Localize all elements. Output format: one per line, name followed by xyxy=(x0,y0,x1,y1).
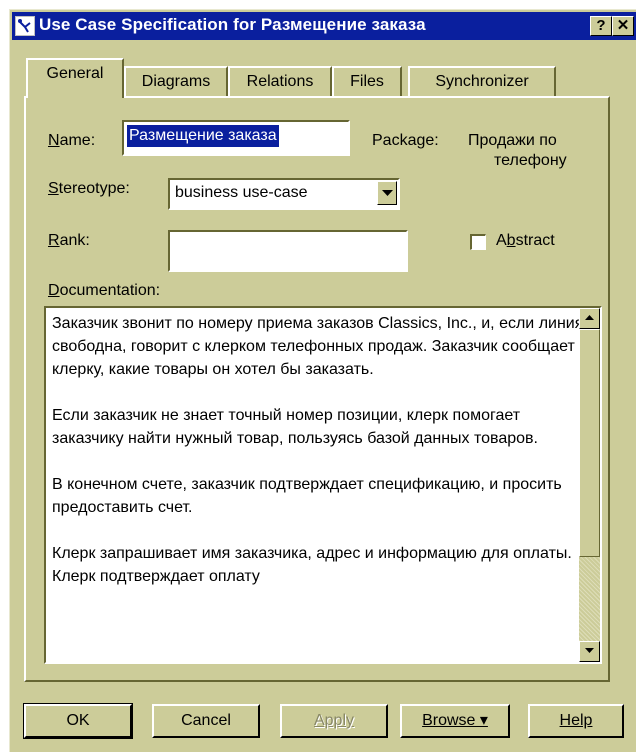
stereotype-dropdown-button[interactable] xyxy=(377,181,397,205)
title-bar[interactable]: Use Case Specification for Размещение за… xyxy=(12,12,636,40)
window-title: Use Case Specification for Размещение за… xyxy=(39,15,426,34)
help-button-label: Help xyxy=(559,712,593,729)
package-value-line1: Продажи по xyxy=(468,132,557,149)
help-title-button[interactable]: ? xyxy=(590,16,612,36)
documentation-paragraph: Если заказчик не знает точный номер пози… xyxy=(52,407,538,447)
tab-files[interactable]: Files xyxy=(332,66,402,98)
rank-label: Rank: xyxy=(48,232,90,249)
cancel-button[interactable]: Cancel xyxy=(152,704,260,738)
documentation-paragraph: Клерк запрашивает имя заказчика, адрес и… xyxy=(52,545,572,585)
browse-button[interactable]: Browse ▾ xyxy=(400,704,510,738)
name-label: Name: xyxy=(48,132,96,149)
arrow-down-icon xyxy=(585,648,594,653)
stereotype-combobox[interactable]: business use-case xyxy=(168,178,400,210)
scroll-thumb[interactable] xyxy=(579,329,600,557)
rank-field[interactable] xyxy=(168,230,408,272)
scroll-down-button[interactable] xyxy=(579,641,600,662)
documentation-label: Documentation: xyxy=(48,282,161,299)
scroll-up-button[interactable] xyxy=(579,308,600,329)
ok-button[interactable]: OK xyxy=(23,703,133,739)
chevron-down-icon xyxy=(382,190,393,196)
documentation-paragraph: Заказчик звонит по номеру приема заказов… xyxy=(52,315,584,378)
help-button[interactable]: Help xyxy=(528,704,624,738)
stereotype-value: business use-case xyxy=(175,184,308,201)
documentation-textarea[interactable]: Заказчик звонит по номеру приема заказов… xyxy=(44,306,602,664)
abstract-label[interactable]: Abstract xyxy=(496,232,555,250)
apply-button-label: Apply xyxy=(313,712,355,729)
package-label: Package: xyxy=(372,132,439,149)
close-title-button[interactable]: ✕ xyxy=(612,16,634,36)
tab-synchronizer[interactable]: Synchronizer xyxy=(408,66,556,98)
apply-button[interactable]: Apply xyxy=(280,704,388,738)
name-field-value: Размещение заказа xyxy=(126,124,280,148)
tab-general[interactable]: General xyxy=(26,58,124,98)
use-case-app-icon xyxy=(15,16,35,36)
browse-button-label: Browse ▾ xyxy=(422,712,488,729)
documentation-scrollbar[interactable] xyxy=(579,308,600,662)
name-field[interactable]: Размещение заказа xyxy=(122,120,350,156)
documentation-text: Заказчик звонит по номеру приема заказов… xyxy=(52,312,588,611)
tab-diagrams[interactable]: Diagrams xyxy=(124,66,228,98)
documentation-paragraph: В конечном счете, заказчик подтверждает … xyxy=(52,476,562,516)
abstract-checkbox[interactable] xyxy=(470,234,486,250)
tab-relations[interactable]: Relations xyxy=(228,66,332,98)
stereotype-label: Stereotype: xyxy=(48,180,130,197)
arrow-up-icon xyxy=(585,315,594,320)
package-value-line2: телефону xyxy=(494,152,567,169)
